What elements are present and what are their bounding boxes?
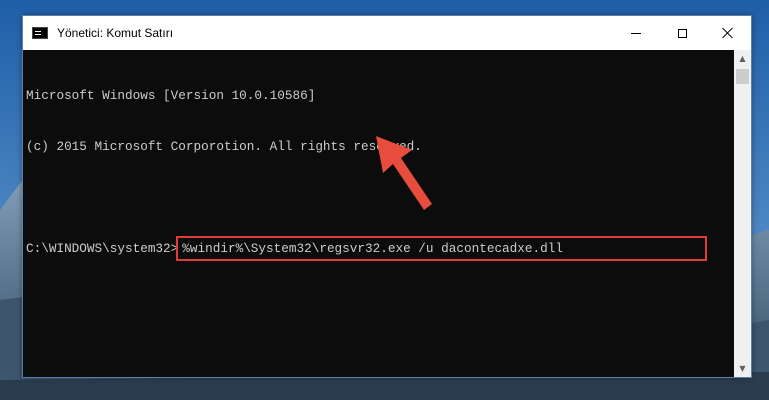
minimize-icon [631, 32, 641, 34]
scroll-thumb[interactable] [736, 69, 749, 84]
command-text: %windir%\System32\regsvr32.exe /u dacont… [182, 241, 563, 256]
close-button[interactable] [705, 16, 751, 50]
console-line: (c) 2015 Microsoft Corporotion. All righ… [26, 139, 422, 154]
vertical-scrollbar[interactable]: ▲ ▼ [734, 50, 751, 377]
maximize-button[interactable] [659, 16, 705, 50]
command-highlight: %windir%\System32\regsvr32.exe /u dacont… [176, 236, 707, 261]
window-title: Yönetici: Komut Satırı [57, 26, 174, 40]
command-line[interactable]: C:\WINDOWS\system32> %windir%\System32\re… [26, 236, 734, 261]
minimize-button[interactable] [613, 16, 659, 50]
maximize-icon [677, 28, 687, 38]
command-prompt-window[interactable]: Yönetici: Komut Satırı Microsoft Windows… [22, 15, 752, 378]
close-icon [722, 27, 734, 39]
console-output[interactable]: Microsoft Windows [Version 10.0.10586] (… [23, 50, 734, 377]
scroll-up-icon: ▲ [739, 54, 746, 63]
scroll-down-button[interactable]: ▼ [734, 360, 751, 377]
cmd-icon [32, 27, 48, 39]
scroll-down-icon: ▼ [739, 364, 746, 373]
prompt-text: C:\WINDOWS\system32> [26, 241, 179, 256]
console-line: Microsoft Windows [Version 10.0.10586] [26, 88, 316, 103]
title-bar[interactable]: Yönetici: Komut Satırı [23, 16, 751, 50]
scroll-up-button[interactable]: ▲ [734, 50, 751, 67]
